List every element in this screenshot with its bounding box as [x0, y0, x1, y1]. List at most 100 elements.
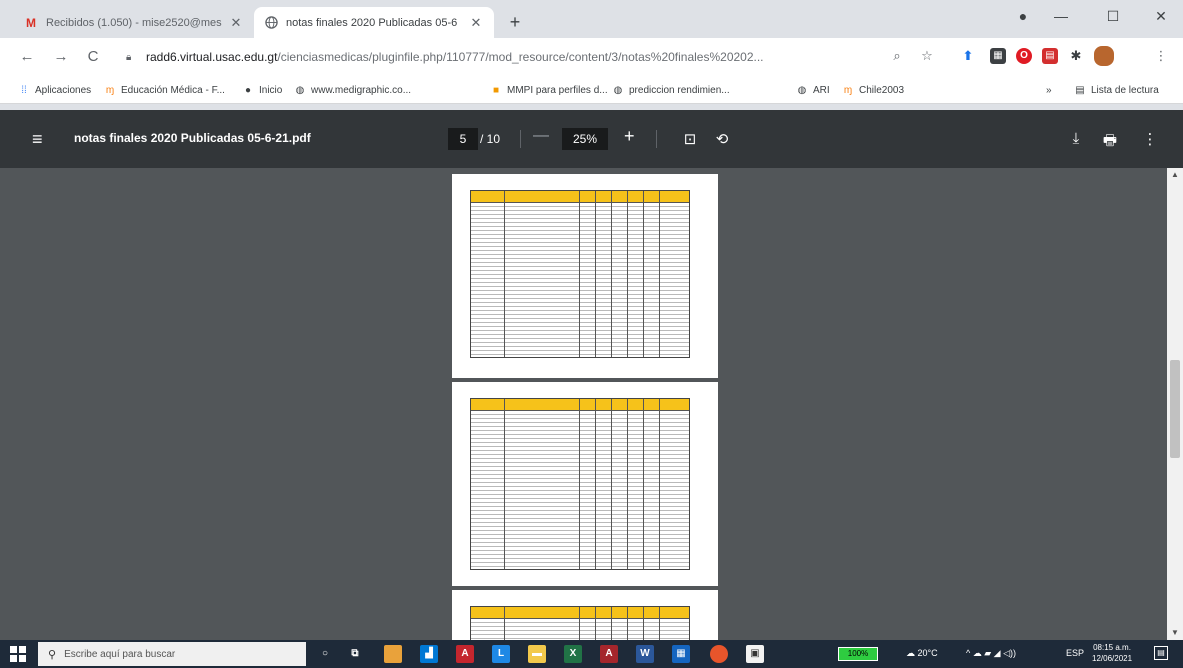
browser-toolbar: ← → C 🔒︎ radd6.virtual.usac.edu.gt /cien… [0, 38, 1183, 76]
avatar[interactable] [1094, 46, 1114, 66]
app-icon[interactable]: L [492, 645, 510, 663]
grades-table [470, 606, 690, 640]
calculator-icon[interactable]: ▦ [672, 645, 690, 663]
language-indicator[interactable]: ESP [1066, 648, 1084, 658]
new-tab-button[interactable]: + [504, 12, 526, 33]
app-icon[interactable] [384, 645, 402, 663]
extension-grid-icon[interactable]: ▦ [990, 48, 1006, 64]
bookmark-inicio[interactable]: ● Inicio [242, 82, 282, 98]
url-path: /cienciasmedicas/pluginfile.php/110777/m… [277, 50, 764, 64]
divider [520, 130, 521, 148]
globe-icon [264, 16, 278, 30]
tab-title: notas finales 2020 Publicadas 05-6 [286, 16, 458, 29]
zoom-out-button[interactable]: — [533, 127, 549, 145]
zoom-in-button[interactable]: + [624, 126, 635, 147]
bookmark-icon: ■ [492, 84, 500, 96]
pdf-page [452, 174, 718, 378]
home-icon: ● [244, 84, 252, 96]
weather-widget[interactable]: ☁ 20°C [906, 648, 938, 659]
excel-icon[interactable]: X [564, 645, 582, 663]
moodle-icon: ɱ [843, 84, 853, 96]
tab-gmail[interactable]: M Recibidos (1.050) - mise2520@mes ✕ [14, 7, 254, 38]
apps-icon: ⁞⁞ [21, 84, 27, 96]
pdf-viewer[interactable]: ▲ ▼ [0, 168, 1183, 640]
bookmark-medigraphic[interactable]: ◍ www.medigraphic.co... [294, 82, 411, 98]
file-explorer-icon[interactable]: ▬ [528, 645, 546, 663]
page-number-input[interactable]: 5 [448, 128, 478, 150]
print-icon[interactable]: 🖶︎ [1100, 130, 1120, 155]
acrobat-icon[interactable]: A [456, 645, 474, 663]
scroll-up-icon[interactable]: ▲ [1167, 168, 1183, 182]
pdf-extension-icon[interactable]: ▤ [1042, 48, 1058, 64]
close-tab-icon[interactable]: ✕ [468, 15, 484, 31]
chrome-icon[interactable] [710, 645, 728, 663]
pdf-title: notas finales 2020 Publicadas 05-6-21.pd… [74, 131, 311, 145]
gmail-icon: M [26, 15, 36, 30]
taskbar-search[interactable]: ⚲ Escribe aquí para buscar [38, 642, 306, 666]
lock-icon: 🔒︎ [126, 51, 132, 63]
page-total: / 10 [480, 132, 501, 146]
pdf-page [452, 590, 718, 640]
url-host: radd6.virtual.usac.edu.gt [146, 50, 278, 64]
globe-icon: ◍ [797, 84, 807, 96]
hamburger-menu-icon[interactable]: ≡ [32, 129, 43, 150]
divider [656, 130, 657, 148]
kebab-menu-icon[interactable]: ⋮ [1152, 48, 1170, 64]
globe-icon: ◍ [613, 84, 623, 96]
maximize-button[interactable]: ☐ [1098, 8, 1128, 25]
store-icon[interactable]: ▟ [420, 645, 438, 663]
bookmark-chile2003[interactable]: ɱ Chile2003 [842, 82, 904, 98]
store-bag-icon[interactable]: ▣ [746, 645, 764, 663]
word-icon[interactable]: W [636, 645, 654, 663]
bookmark-ari[interactable]: ◍ ARI [796, 82, 830, 98]
tab-title: Recibidos (1.050) - mise2520@mes [46, 16, 222, 29]
zoom-icon[interactable]: ⌕ [888, 48, 906, 64]
extension-arrow-icon[interactable]: ⬆ [960, 48, 976, 64]
bookmark-prediccion[interactable]: ◍ prediccion rendimien... [612, 82, 730, 98]
cortana-icon[interactable]: ○ [316, 645, 334, 663]
tab-strip: M Recibidos (1.050) - mise2520@mes ✕ not… [0, 0, 1183, 38]
forward-button[interactable]: → [50, 47, 72, 67]
zoom-level-input[interactable]: 25% [562, 128, 608, 150]
moodle-icon: ɱ [105, 84, 115, 96]
scrollbar-thumb[interactable] [1170, 360, 1180, 458]
star-icon[interactable]: ☆ [918, 48, 936, 64]
windows-taskbar: ⚲ Escribe aquí para buscar ○ ⧉ ▟ A L ▬ X… [0, 640, 1183, 668]
fit-page-icon[interactable]: ⊡ [680, 130, 700, 148]
bookmarks-bar: ⁞⁞ Aplicaciones ɱ Educación Médica - F..… [0, 76, 1183, 104]
close-tab-icon[interactable]: ✕ [228, 15, 244, 31]
tab-pdf[interactable]: notas finales 2020 Publicadas 05-6 ✕ [254, 7, 494, 38]
system-tray-icons[interactable]: ^ ☁ ▰ ◢ ◁)) [966, 648, 1016, 659]
scrollbar[interactable]: ▲ ▼ [1167, 168, 1183, 640]
grades-table [470, 398, 690, 570]
access-icon[interactable]: A [600, 645, 618, 663]
bookmark-mmpi[interactable]: ■ MMPI para perfiles d... [490, 82, 608, 98]
search-icon: ⚲ [48, 648, 57, 661]
windows-start-icon[interactable] [10, 646, 26, 662]
globe-icon: ◍ [295, 84, 305, 96]
bookmarks-overflow-icon[interactable]: » [1046, 82, 1052, 98]
minimize-button[interactable]: — [1046, 8, 1076, 24]
battery-indicator[interactable]: 100% [838, 647, 878, 661]
notification-icon[interactable]: ▤ [1154, 646, 1168, 660]
rotate-icon[interactable]: ⟲ [712, 130, 732, 148]
task-view-icon[interactable]: ⧉ [346, 645, 364, 663]
reading-list-button[interactable]: ▤ Lista de lectura [1074, 82, 1159, 98]
download-icon[interactable]: ⤓ [1066, 130, 1086, 147]
back-button[interactable]: ← [16, 47, 38, 67]
more-options-icon[interactable]: ⋮ [1140, 130, 1160, 148]
bookmark-educacion[interactable]: ɱ Educación Médica - F... [104, 82, 225, 98]
profile-icon[interactable]: ● [1008, 8, 1038, 24]
scroll-down-icon[interactable]: ▼ [1167, 626, 1183, 640]
pdf-toolbar: ≡ notas finales 2020 Publicadas 05-6-21.… [0, 110, 1183, 168]
bookmark-aplicaciones[interactable]: ⁞⁞ Aplicaciones [18, 82, 91, 98]
pdf-page [452, 382, 718, 586]
puzzle-icon[interactable]: ✱ [1068, 48, 1084, 64]
reload-button[interactable]: C [82, 47, 104, 67]
clock[interactable]: 08:15 a.m. 12/06/2021 [1092, 642, 1132, 664]
address-bar[interactable]: 🔒︎ radd6.virtual.usac.edu.gt /cienciasme… [112, 43, 932, 71]
browser-window: M Recibidos (1.050) - mise2520@mes ✕ not… [0, 0, 1183, 668]
opera-icon[interactable]: O [1016, 48, 1032, 64]
grades-table [470, 190, 690, 358]
close-window-button[interactable]: ✕ [1146, 8, 1176, 25]
